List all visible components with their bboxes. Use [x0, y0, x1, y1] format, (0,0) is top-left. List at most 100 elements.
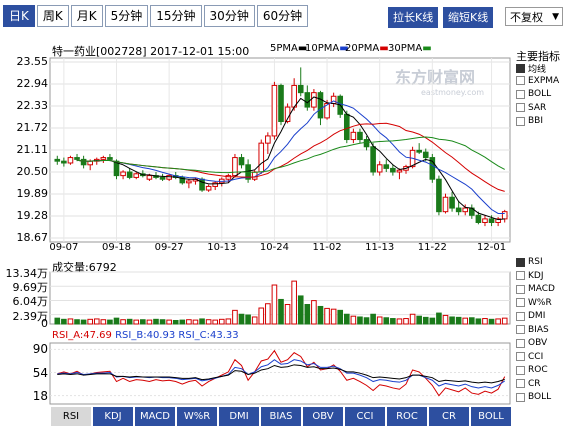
candle-body: [455, 207, 462, 213]
volume-bar: [330, 308, 337, 325]
candle-body: [146, 175, 153, 180]
volume-bar: [495, 318, 501, 325]
volume-bar: [258, 307, 265, 325]
candle-body: [449, 196, 455, 209]
candle-body: [488, 218, 495, 223]
candle-body: [100, 157, 107, 160]
candle-body: [54, 158, 61, 162]
candle-body: [357, 131, 363, 141]
rsi-a-line: [57, 349, 506, 397]
rsi-b-line: [57, 359, 505, 389]
volume-bar: [357, 316, 363, 325]
volume-bar: [475, 318, 482, 325]
volume-bar: [218, 318, 225, 325]
candle-body: [422, 151, 429, 159]
candle-body: [390, 167, 396, 173]
volume-bar: [245, 314, 251, 325]
volume-bar: [54, 317, 61, 325]
volume-bar: [403, 318, 409, 325]
candle-body: [205, 185, 212, 191]
volume-bar: [179, 319, 186, 325]
volume-bar: [107, 319, 113, 325]
volume-bar: [350, 315, 357, 325]
volume-bar: [488, 318, 495, 325]
candle-body: [107, 157, 113, 160]
stock-chart: [49, 57, 511, 405]
volume-bar: [304, 304, 311, 325]
candle-body: [317, 92, 324, 119]
candle-body: [67, 157, 74, 164]
volume-bar: [61, 318, 67, 325]
candle-body: [383, 164, 390, 169]
volume-bar: [67, 318, 74, 325]
candle-body: [376, 164, 383, 173]
candle-body: [271, 84, 278, 137]
volume-bar: [159, 319, 166, 325]
volume-bar: [396, 318, 403, 325]
volume-bar: [337, 309, 344, 325]
candle-body: [133, 173, 140, 178]
candle-body: [482, 218, 488, 223]
volume-bar: [238, 313, 245, 325]
volume-bar: [422, 316, 429, 325]
candle-body: [74, 157, 80, 160]
volume-bar: [436, 312, 442, 325]
volume-bar: [311, 300, 317, 325]
volume-bar: [376, 316, 383, 325]
volume-bar: [449, 316, 455, 325]
candle-body: [265, 135, 271, 144]
volume-bar: [100, 319, 107, 325]
volume-bar: [291, 280, 297, 325]
volume-bar: [383, 317, 390, 325]
candle-body: [232, 157, 238, 177]
volume-bar: [324, 307, 330, 325]
candle-body: [297, 84, 304, 94]
volume-bar: [462, 317, 469, 325]
volume-bar: [146, 319, 153, 325]
volume-bar: [172, 319, 179, 325]
volume-bar: [133, 319, 140, 325]
volume-bar: [271, 284, 278, 325]
candle-body: [61, 160, 67, 164]
volume-bar: [297, 295, 304, 325]
candle-body: [304, 92, 311, 108]
candle-body: [238, 157, 245, 166]
volume-bar: [166, 319, 172, 325]
rsi-panel-frame: [49, 342, 511, 405]
volume-bar: [153, 318, 159, 325]
rsi-c-line: [57, 364, 505, 384]
volume-bar: [140, 319, 146, 325]
volume-bar: [192, 319, 199, 325]
volume-bar: [120, 319, 126, 325]
candle-body: [462, 207, 469, 213]
volume-bar: [284, 304, 291, 325]
candle-body: [343, 113, 350, 141]
volume-bar: [74, 319, 80, 325]
candle-body: [87, 160, 93, 166]
candle-body: [126, 171, 133, 178]
candle-body: [396, 169, 403, 173]
volume-bar: [409, 313, 416, 325]
candle-body: [416, 149, 422, 153]
candle-body: [80, 158, 87, 166]
volume-bar: [251, 316, 258, 325]
candle-body: [363, 139, 370, 148]
candle-body: [199, 178, 205, 191]
volume-bar: [87, 318, 93, 325]
volume-bar: [126, 318, 133, 325]
volume-bar: [278, 298, 284, 325]
volume-bar: [390, 318, 396, 325]
volume-bar: [199, 318, 205, 325]
candle-body: [370, 146, 376, 173]
candle-body: [186, 180, 192, 184]
volume-bar: [469, 317, 475, 325]
volume-bar: [317, 305, 324, 325]
candle-body: [475, 214, 482, 223]
volume-bar: [212, 319, 219, 325]
candle-body: [311, 92, 317, 108]
candle-body: [120, 171, 126, 177]
volume-bar: [93, 318, 100, 325]
volume-bar: [370, 313, 376, 325]
volume-bar: [363, 317, 370, 325]
candle-body: [291, 84, 297, 108]
